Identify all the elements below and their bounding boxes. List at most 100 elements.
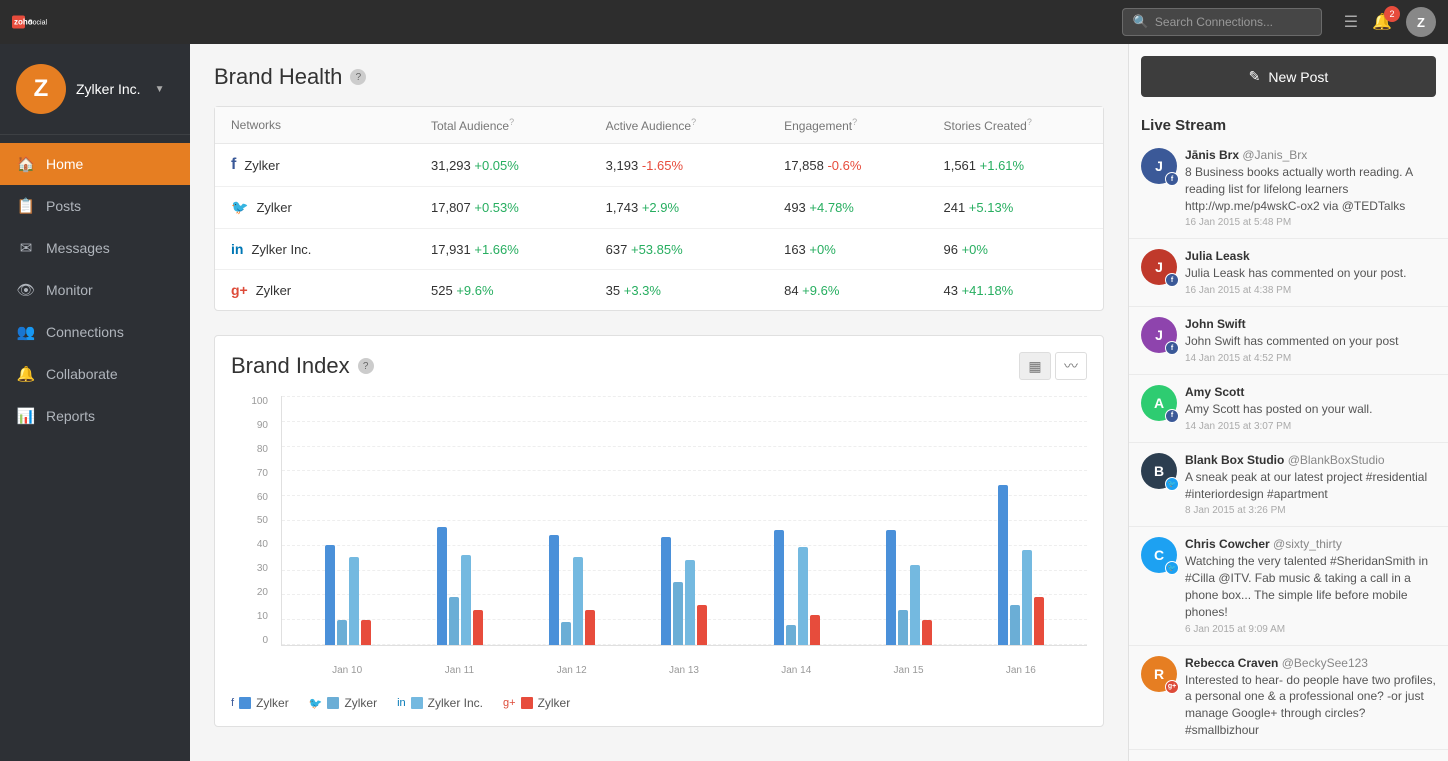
monitor-icon: 👁	[16, 281, 36, 299]
stories-cell-3: 43 +41.18%	[927, 270, 1103, 311]
sidebar-item-posts[interactable]: 📋 Posts	[0, 185, 190, 227]
stream-item[interactable]: B 🐦 Blank Box Studio @BlankBoxStudio A s…	[1129, 443, 1448, 528]
stream-network-badge-3: f	[1165, 409, 1179, 423]
active-audience-cell-2: 637 +53.85%	[590, 229, 768, 270]
stream-author-1: Julia Leask	[1185, 249, 1436, 263]
stream-author-4: Blank Box Studio @BlankBoxStudio	[1185, 453, 1436, 467]
x-label: Jan 13	[628, 665, 740, 676]
user-avatar: Z	[16, 64, 66, 114]
brand-health-title: Brand Health ?	[214, 64, 1104, 90]
bar-gp	[922, 620, 932, 645]
y-label: 40	[231, 539, 276, 550]
legend-label-0: Zylker	[256, 696, 289, 710]
stream-avatar-0: J f	[1141, 148, 1177, 184]
bar-fb	[437, 527, 447, 645]
new-post-label: New Post	[1268, 69, 1328, 85]
sidebar-item-monitor-label: Monitor	[46, 282, 93, 298]
bar-fb	[998, 485, 1008, 645]
svg-text:Social: Social	[28, 20, 48, 27]
y-label: 60	[231, 492, 276, 503]
bar-gp	[361, 620, 371, 645]
y-label: 80	[231, 444, 276, 455]
stream-author-5: Chris Cowcher @sixty_thirty	[1185, 537, 1436, 551]
engagement-cell-2: 163 +0%	[768, 229, 927, 270]
bar-gp	[810, 615, 820, 645]
user-info: Zylker Inc.	[76, 81, 141, 97]
y-label: 50	[231, 515, 276, 526]
total-audience-cell-1: 17,807 +0.53%	[415, 187, 590, 229]
right-panel: ✎ New Post Live Stream J f Jānis Brx @Ja…	[1128, 44, 1448, 761]
chart-inner	[281, 396, 1087, 646]
messages-icon: ✉	[16, 239, 36, 257]
legend-color-1	[327, 697, 339, 709]
legend-color-3	[521, 697, 533, 709]
y-label: 10	[231, 611, 276, 622]
total-audience-cell-3: 525 +9.6%	[415, 270, 590, 311]
stream-item[interactable]: J f Jānis Brx @Janis_Brx 8 Business book…	[1129, 138, 1448, 239]
sidebar-item-reports[interactable]: 📊 Reports	[0, 395, 190, 437]
y-axis: 0102030405060708090100	[231, 396, 276, 646]
bar-gp	[585, 610, 595, 645]
bar-tw	[786, 625, 796, 645]
stream-network-badge-1: f	[1165, 273, 1179, 287]
brand-health-help-icon[interactable]: ?	[350, 69, 366, 85]
stream-item[interactable]: R g+ Rebecca Craven @BeckySee123 Interes…	[1129, 646, 1448, 750]
topbar: zoho Social 🔍 ☰ 🔔 2 Z	[0, 0, 1448, 44]
new-post-button[interactable]: ✎ New Post	[1141, 56, 1436, 97]
sidebar-user[interactable]: Z Zylker Inc. ▼	[0, 44, 190, 135]
stream-item[interactable]: C 🐦 Chris Cowcher @sixty_thirty Watching…	[1129, 527, 1448, 645]
search-input[interactable]	[1155, 15, 1311, 29]
live-stream-title: Live Stream	[1129, 109, 1448, 138]
content-area: Brand Health ? Networks Total Audience? …	[190, 44, 1128, 761]
stream-avatar-4: B 🐦	[1141, 453, 1177, 489]
stream-time-4: 8 Jan 2015 at 3:26 PM	[1185, 505, 1436, 516]
table-row: in Zylker Inc. 17,931 +1.66% 637 +53.85%…	[215, 229, 1103, 270]
stream-text-3: Amy Scott has posted on your wall.	[1185, 401, 1436, 418]
stream-network-badge-6: g+	[1165, 680, 1179, 694]
stream-author-3: Amy Scott	[1185, 385, 1436, 399]
stream-item[interactable]: J f John Swift John Swift has commented …	[1129, 307, 1448, 375]
stories-cell-0: 1,561 +1.61%	[927, 144, 1103, 187]
stream-item[interactable]: A f Amy Scott Amy Scott has posted on yo…	[1129, 375, 1448, 443]
brand-index-help-icon[interactable]: ?	[358, 358, 374, 374]
sidebar-item-connections[interactable]: 👥 Connections	[0, 311, 190, 353]
connections-icon: 👥	[16, 323, 36, 341]
bar-li	[685, 560, 695, 645]
bar-li	[461, 555, 471, 645]
bar-fb	[549, 535, 559, 645]
bar-fb	[886, 530, 896, 645]
legend-item: f Zylker	[231, 696, 289, 710]
chevron-down-icon: ▼	[155, 84, 165, 95]
sidebar-item-home-label: Home	[46, 156, 83, 172]
line-chart-button[interactable]: 〰	[1055, 352, 1087, 380]
active-audience-cell-3: 35 +3.3%	[590, 270, 768, 311]
new-post-icon: ✎	[1249, 68, 1261, 85]
bar-group	[628, 537, 740, 645]
col-stories: Stories Created?	[927, 107, 1103, 144]
stream-avatar-2: J f	[1141, 317, 1177, 353]
bar-tw	[673, 582, 683, 645]
search-box[interactable]: 🔍	[1122, 8, 1322, 36]
stream-item[interactable]: J f Julia Leask Julia Leask has commente…	[1129, 239, 1448, 307]
chart-groups	[282, 396, 1087, 645]
sidebar-item-collaborate[interactable]: 🔔 Collaborate	[0, 353, 190, 395]
stream-handle-4: @BlankBoxStudio	[1288, 453, 1385, 467]
brand-health-table: Networks Total Audience? Active Audience…	[214, 106, 1104, 311]
table-row: f Zylker 31,293 +0.05% 3,193 -1.65% 17,8…	[215, 144, 1103, 187]
bar-li	[798, 547, 808, 645]
sidebar-item-messages[interactable]: ✉ Messages	[0, 227, 190, 269]
bar-chart-button[interactable]: ▦	[1019, 352, 1051, 380]
stream-avatar-6: R g+	[1141, 656, 1177, 692]
bar-gp	[697, 605, 707, 645]
brand-index-header: Brand Index ? ▦ 〰	[231, 352, 1087, 380]
notification-bell[interactable]: 🔔 2	[1372, 12, 1392, 32]
chart-type-buttons: ▦ 〰	[1019, 352, 1087, 380]
user-avatar-top[interactable]: Z	[1406, 7, 1436, 37]
sidebar-item-monitor[interactable]: 👁 Monitor	[0, 269, 190, 311]
sidebar-item-home[interactable]: 🏠 Home	[0, 143, 190, 185]
stream-network-badge-5: 🐦	[1165, 561, 1179, 575]
stream-content-3: Amy Scott Amy Scott has posted on your w…	[1185, 385, 1436, 432]
stream-handle-5: @sixty_thirty	[1273, 537, 1342, 551]
bar-li	[910, 565, 920, 645]
menu-icon[interactable]: ☰	[1344, 12, 1358, 32]
